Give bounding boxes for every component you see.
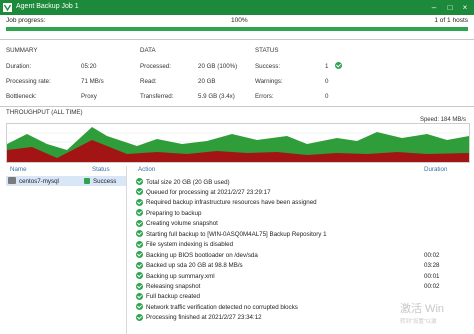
divider bbox=[0, 39, 474, 40]
objects-pane bbox=[6, 166, 127, 334]
log-duration: 00:02 bbox=[424, 283, 440, 290]
success-value: 1 bbox=[325, 63, 329, 70]
log-row: Queued for processing at 2021/2/27 23:29… bbox=[136, 187, 466, 197]
success-check-icon bbox=[136, 303, 143, 311]
transferred-label: Transferred: bbox=[140, 93, 174, 100]
window-title: Agent Backup Job 1 bbox=[16, 3, 79, 10]
duration-value: 05:20 bbox=[81, 63, 97, 70]
job-progress-hosts: 1 of 1 hosts bbox=[434, 17, 468, 24]
log-message: Backing up BIOS bootloader on /dev/sda bbox=[146, 251, 258, 259]
success-status-icon bbox=[84, 177, 90, 184]
job-object-name: centos7-mysql bbox=[19, 177, 59, 185]
log-duration: 03:28 bbox=[424, 262, 440, 270]
log-message: Releasing snapshot bbox=[146, 283, 201, 290]
success-check-icon bbox=[136, 272, 143, 280]
processed-label: Processed: bbox=[140, 63, 171, 70]
log-message: Full backup created bbox=[146, 293, 200, 301]
success-check-icon bbox=[136, 292, 143, 300]
server-icon bbox=[8, 177, 16, 184]
maximize-button[interactable]: □ bbox=[444, 2, 456, 13]
throughput-title: THROUGHPUT (ALL TIME) bbox=[6, 109, 83, 116]
status-title: STATUS bbox=[255, 47, 279, 54]
log-duration: 00:01 bbox=[424, 272, 440, 280]
log-row: Backing up BIOS bootloader on /dev/sda 00… bbox=[136, 250, 466, 260]
warnings-value: 0 bbox=[325, 78, 329, 85]
log-message: Creating volume snapshot bbox=[146, 220, 218, 228]
job-progress-bar bbox=[6, 27, 468, 31]
warnings-label: Warnings: bbox=[255, 78, 283, 85]
success-check-icon bbox=[335, 62, 342, 69]
success-check-icon bbox=[136, 240, 143, 248]
log-message: Backed up sda 20 GB at 98.8 MB/s bbox=[146, 262, 243, 270]
name-column-header[interactable]: Name bbox=[10, 166, 27, 173]
success-check-icon bbox=[136, 251, 143, 259]
log-message: Preparing to backup bbox=[146, 209, 202, 217]
log-message: File system indexing is disabled bbox=[146, 241, 234, 249]
log-message: Network traffic verification detected no… bbox=[146, 303, 298, 311]
log-row: Required backup infrastructure resources… bbox=[136, 198, 466, 208]
duration-label: Duration: bbox=[6, 63, 32, 70]
close-button[interactable]: × bbox=[459, 2, 471, 13]
success-check-icon bbox=[136, 230, 143, 238]
success-check-icon bbox=[136, 282, 143, 290]
log-duration: 00:02 bbox=[424, 251, 440, 259]
log-row: Backing up summary.xml 00:01 bbox=[136, 271, 466, 281]
activation-watermark-sub: 转到“设置”以激 bbox=[400, 319, 437, 325]
processing-rate-value: 71 MB/s bbox=[81, 78, 104, 85]
success-check-icon bbox=[136, 219, 143, 227]
throughput-chart-svg bbox=[7, 127, 469, 162]
action-column-header[interactable]: Action bbox=[138, 166, 155, 173]
processed-value: 20 GB (100%) bbox=[198, 63, 238, 70]
log-message: Queued for processing at 2021/2/27 23:29… bbox=[146, 188, 271, 196]
activation-watermark: 激活 Win bbox=[400, 303, 444, 315]
success-check-icon bbox=[136, 313, 143, 321]
job-progress-row: Job progress: 100% 1 of 1 hosts bbox=[6, 16, 468, 26]
log-row: Creating volume snapshot bbox=[136, 219, 466, 229]
duration-column-header[interactable]: Duration bbox=[424, 166, 447, 173]
summary-title: SUMMARY bbox=[6, 47, 38, 54]
throughput-chart bbox=[6, 123, 470, 163]
log-message: Processing finished at 2021/2/27 23:34:1… bbox=[146, 314, 262, 322]
log-row: File system indexing is disabled bbox=[136, 240, 466, 250]
success-label: Success: bbox=[255, 63, 281, 70]
log-row: Preparing to backup bbox=[136, 208, 466, 218]
success-check-icon bbox=[136, 209, 143, 217]
job-object-status: Success bbox=[93, 177, 117, 185]
log-row: Releasing snapshot 00:02 bbox=[136, 282, 466, 292]
errors-value: 0 bbox=[325, 93, 329, 100]
log-row: Backed up sda 20 GB at 98.8 MB/s 03:28 bbox=[136, 261, 466, 271]
success-check-icon bbox=[136, 188, 143, 196]
data-title: DATA bbox=[140, 47, 156, 54]
bottleneck-label: Bottleneck: bbox=[6, 93, 37, 100]
processing-rate-label: Processing rate: bbox=[6, 78, 51, 85]
log-row: Starting full backup to [WIN-0ASQ0M4AL75… bbox=[136, 229, 466, 239]
errors-label: Errors: bbox=[255, 93, 274, 100]
read-label: Read: bbox=[140, 78, 157, 85]
status-column-header[interactable]: Status bbox=[92, 166, 110, 173]
success-check-icon bbox=[136, 261, 143, 269]
log-row: Total size 20 GB (20 GB used) bbox=[136, 177, 466, 187]
transferred-value: 5.9 GB (3.4x) bbox=[198, 93, 235, 100]
bottleneck-value: Proxy bbox=[81, 93, 97, 100]
job-progress-fill bbox=[6, 27, 468, 31]
success-check-icon bbox=[136, 198, 143, 206]
job-progress-label: Job progress: bbox=[6, 17, 46, 24]
log-message: Backing up summary.xml bbox=[146, 272, 215, 280]
divider bbox=[0, 106, 474, 107]
success-check-icon bbox=[136, 178, 143, 185]
minimize-button[interactable]: – bbox=[428, 2, 440, 13]
job-row[interactable]: centos7-mysql Success bbox=[6, 176, 126, 186]
title-bar: Agent Backup Job 1 – □ × bbox=[0, 0, 474, 15]
log-message: Total size 20 GB (20 GB used) bbox=[146, 178, 230, 186]
read-value: 20 GB bbox=[198, 78, 216, 85]
log-message: Required backup infrastructure resources… bbox=[146, 199, 317, 207]
job-progress-percent: 100% bbox=[231, 17, 248, 24]
log-message: Starting full backup to [WIN-0ASQ0M4AL75… bbox=[146, 230, 327, 238]
veeam-app-icon bbox=[3, 3, 12, 12]
